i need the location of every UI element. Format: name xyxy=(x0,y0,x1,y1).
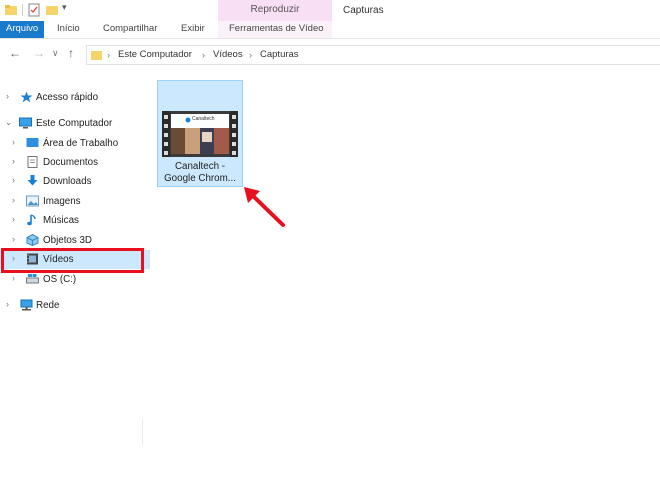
title-bar: ▾ Reproduzir Capturas xyxy=(0,0,660,21)
file-item-canaltech-video[interactable]: Canaltech Canaltech - Google Chrom... xyxy=(157,80,243,187)
breadcrumb-videos[interactable]: Vídeos xyxy=(213,46,243,64)
tab-arquivo[interactable]: Arquivo xyxy=(0,21,45,38)
properties-icon[interactable] xyxy=(27,3,41,17)
new-folder-icon[interactable] xyxy=(45,3,59,17)
music-note-icon xyxy=(27,214,36,226)
chevron-right-icon[interactable]: › xyxy=(6,299,14,309)
chevron-down-icon[interactable]: ⌄ xyxy=(5,117,13,127)
nav-item-este-computador[interactable]: ⌄ Este Computador xyxy=(0,114,150,133)
ribbon-tabs: Arquivo Início Compartilhar Exibir Ferra… xyxy=(0,21,660,39)
forward-arrow-icon[interactable]: → xyxy=(33,46,45,60)
chevron-right-icon[interactable]: › xyxy=(12,234,20,244)
qat-dropdown-icon[interactable]: ▾ xyxy=(62,2,67,16)
nav-item-downloads[interactable]: › Downloads xyxy=(0,172,150,191)
address-bar[interactable]: › Este Computador › Vídeos › Capturas xyxy=(86,45,660,65)
chevron-right-icon[interactable]: › xyxy=(202,46,205,64)
up-arrow-icon[interactable]: ↑ xyxy=(68,46,74,60)
documents-icon xyxy=(27,156,38,168)
chevron-right-icon[interactable]: › xyxy=(12,195,20,205)
breadcrumb-capturas[interactable]: Capturas xyxy=(260,46,299,64)
chevron-right-icon[interactable]: › xyxy=(6,91,14,101)
video-thumbnail: Canaltech xyxy=(171,114,229,154)
chevron-right-icon[interactable]: › xyxy=(12,156,20,166)
chevron-right-icon[interactable]: › xyxy=(249,46,252,64)
download-icon xyxy=(27,175,38,186)
back-arrow-icon[interactable]: ← xyxy=(9,46,21,60)
tab-exibir[interactable]: Exibir xyxy=(181,21,205,38)
thumbnail-brand-text: Canaltech xyxy=(192,116,215,122)
highlight-box-annotation xyxy=(1,248,144,273)
cube-3d-icon xyxy=(26,234,39,246)
nav-item-acesso-rapido[interactable]: › Acesso rápido xyxy=(0,88,150,107)
pictures-icon xyxy=(26,195,39,207)
chevron-right-icon[interactable]: › xyxy=(107,46,110,64)
tab-ferramentas-de-video[interactable]: Ferramentas de Vídeo xyxy=(229,21,324,38)
chevron-right-icon[interactable]: › xyxy=(12,175,20,185)
chevron-right-icon[interactable]: › xyxy=(12,137,20,147)
nav-item-musicas[interactable]: › Músicas xyxy=(0,211,150,230)
network-icon xyxy=(20,299,33,311)
nav-item-imagens[interactable]: › Imagens xyxy=(0,192,150,211)
recent-dropdown-icon[interactable]: ∨ xyxy=(52,48,59,59)
window-title: Capturas xyxy=(343,5,384,16)
tab-inicio[interactable]: Início xyxy=(57,21,80,38)
nav-item-rede[interactable]: › Rede xyxy=(0,296,150,315)
chevron-right-icon[interactable]: › xyxy=(12,273,20,283)
contextual-group-label: Reproduzir xyxy=(218,0,332,21)
nav-item-area-de-trabalho[interactable]: › Área de Trabalho xyxy=(0,134,150,153)
address-row: ← → ∨ ↑ › Este Computador › Vídeos › Cap… xyxy=(0,40,660,68)
drive-icon xyxy=(26,274,39,284)
file-name-label: Canaltech - Google Chrom... xyxy=(164,161,236,184)
arrow-annotation-icon xyxy=(244,187,285,227)
video-file-icon: Canaltech xyxy=(162,111,238,157)
navigation-pane: › Acesso rápido ⌄ Este Computador › Área… xyxy=(0,80,150,480)
nav-item-documentos[interactable]: › Documentos xyxy=(0,153,150,172)
desktop-icon xyxy=(26,138,39,147)
chevron-right-icon[interactable]: › xyxy=(12,214,20,224)
folder-icon xyxy=(91,51,102,60)
computer-icon xyxy=(19,117,32,129)
star-icon xyxy=(20,91,33,103)
tab-compartilhar[interactable]: Compartilhar xyxy=(103,21,157,38)
folder-icon xyxy=(5,5,17,15)
breadcrumb-este-computador[interactable]: Este Computador xyxy=(118,46,192,64)
